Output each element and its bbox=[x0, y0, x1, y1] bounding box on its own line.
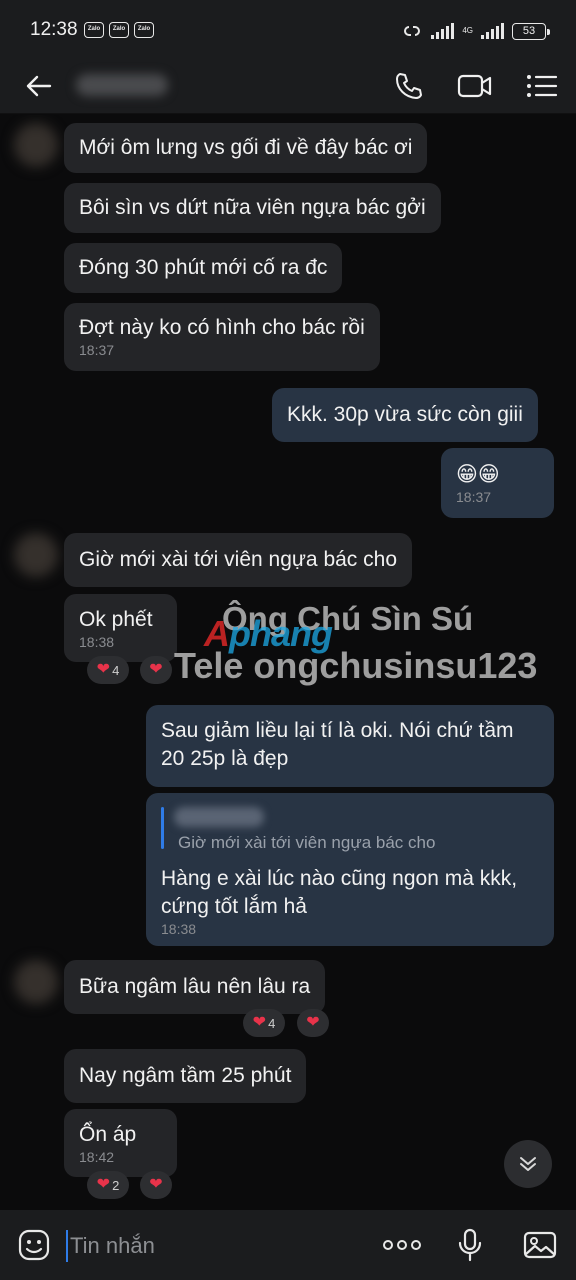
message-text: Sau giảm liều lại tí là oki. Nói chứ tầm… bbox=[161, 719, 514, 770]
message-time: 18:42 bbox=[79, 1149, 115, 1165]
reaction-count: 2 bbox=[112, 1177, 120, 1193]
message-input[interactable] bbox=[66, 1230, 356, 1262]
back-arrow-icon[interactable] bbox=[18, 66, 58, 106]
hotspot-link-icon bbox=[404, 26, 421, 36]
message-bubble-outgoing[interactable]: 😁😁 18:37 bbox=[441, 448, 554, 518]
heart-icon: ❤ bbox=[96, 1176, 111, 1193]
reaction-count: 4 bbox=[112, 662, 120, 678]
message-text: Đóng 30 phút mới cố ra đc bbox=[79, 256, 328, 279]
scroll-to-bottom-button[interactable] bbox=[504, 1140, 552, 1188]
zalo-notification-icon: Zalo bbox=[84, 22, 104, 38]
message-time: 18:38 bbox=[161, 921, 197, 937]
signal-icon bbox=[431, 23, 455, 39]
message-bubble-incoming[interactable]: Bôi sìn vs dứt nữa viên ngựa bác gởi bbox=[64, 183, 441, 233]
message-bubble-outgoing[interactable]: Kkk. 30p vừa sức còn giii bbox=[272, 388, 538, 442]
contact-name-redacted[interactable] bbox=[76, 74, 168, 96]
status-bar: 12:38 Zalo Zalo Zalo 4G 53 bbox=[0, 0, 576, 58]
heart-icon: ❤ bbox=[306, 1014, 320, 1031]
message-bubble-incoming[interactable]: Ổn áp 18:42 bbox=[64, 1109, 177, 1177]
message-time: 18:37 bbox=[79, 342, 115, 358]
zalo-notification-icon: Zalo bbox=[134, 22, 154, 38]
heart-icon: ❤ bbox=[149, 661, 163, 678]
message-bubble-outgoing[interactable]: Sau giảm liều lại tí là oki. Nói chứ tầm… bbox=[146, 705, 554, 787]
reply-quote-text: Giờ mới xài tới viên ngựa bác cho bbox=[178, 833, 436, 852]
reply-indicator bbox=[161, 807, 164, 849]
status-time: 12:38 bbox=[30, 19, 78, 40]
sticker-emoji-icon[interactable] bbox=[16, 1227, 52, 1263]
message-text: Kkk. 30p vừa sức còn giii bbox=[287, 403, 523, 426]
message-bubble-incoming[interactable]: Bữa ngâm lâu nên lâu ra bbox=[64, 960, 326, 1014]
message-bubble-incoming[interactable]: Đóng 30 phút mới cố ra đc bbox=[64, 243, 343, 293]
message-text: Ổn áp bbox=[79, 1123, 137, 1146]
message-list[interactable]: Mới ôm lưng vs gối đi về đây bác ơi Bôi … bbox=[0, 115, 576, 1210]
reaction-count-badge[interactable]: ❤ 4 bbox=[87, 656, 129, 684]
image-gallery-icon[interactable] bbox=[522, 1227, 558, 1263]
message-bubble-incoming[interactable]: Giờ mới xài tới viên ngựa bác cho bbox=[64, 533, 412, 587]
heart-icon: ❤ bbox=[149, 1176, 163, 1193]
zalo-notification-icon: Zalo bbox=[109, 22, 129, 38]
chat-header bbox=[0, 58, 576, 114]
phone-icon[interactable] bbox=[388, 66, 428, 106]
reaction-count: 4 bbox=[268, 1015, 276, 1031]
react-heart-button[interactable]: ❤ bbox=[140, 656, 172, 684]
message-text: Bữa ngâm lâu nên lâu ra bbox=[79, 975, 311, 998]
more-options-icon[interactable] bbox=[382, 1227, 422, 1263]
microphone-icon[interactable] bbox=[452, 1227, 488, 1263]
message-text: Nay ngâm tầm 25 phút bbox=[79, 1064, 292, 1087]
message-emoji: 😁😁 bbox=[456, 463, 500, 486]
message-bubble-incoming[interactable]: Ok phết 18:38 bbox=[64, 594, 177, 662]
message-time: 18:38 bbox=[79, 634, 115, 650]
message-bubble-incoming[interactable]: Đợt này ko có hình cho bác rồi 18:37 bbox=[64, 303, 380, 371]
message-text: Hàng e xài lúc nào cũng ngon mà kkk, cứn… bbox=[161, 867, 518, 918]
status-indicators: 4G 53 bbox=[401, 20, 550, 42]
avatar[interactable] bbox=[14, 960, 58, 1004]
message-text: Ok phết bbox=[79, 608, 153, 631]
message-text: Bôi sìn vs dứt nữa viên ngựa bác gởi bbox=[79, 196, 426, 219]
message-text: Đợt này ko có hình cho bác rồi bbox=[79, 316, 365, 339]
message-bubble-incoming[interactable]: Mới ôm lưng vs gối đi về đây bác ơi bbox=[64, 123, 428, 173]
signal-icon bbox=[481, 23, 504, 39]
message-bubble-incoming[interactable]: Nay ngâm tầm 25 phút bbox=[64, 1049, 307, 1103]
video-call-icon[interactable] bbox=[455, 66, 495, 106]
message-bubble-reply[interactable]: Giờ mới xài tới viên ngựa bác cho Hàng e… bbox=[146, 793, 554, 946]
message-text: Giờ mới xài tới viên ngựa bác cho bbox=[79, 548, 397, 571]
watermark-text: Tele ongchusinsu123 bbox=[174, 645, 538, 686]
react-heart-button[interactable]: ❤ bbox=[140, 1171, 172, 1199]
message-text: Mới ôm lưng vs gối đi về đây bác ơi bbox=[79, 136, 413, 159]
double-chevron-down-icon bbox=[520, 1157, 536, 1171]
heart-icon: ❤ bbox=[252, 1014, 267, 1031]
reply-author-redacted bbox=[174, 807, 264, 827]
avatar[interactable] bbox=[14, 123, 58, 167]
network-type: 4G bbox=[462, 26, 473, 35]
avatar[interactable] bbox=[14, 533, 58, 577]
menu-list-icon[interactable] bbox=[522, 66, 562, 106]
battery-icon: 53 bbox=[512, 22, 550, 40]
heart-icon: ❤ bbox=[96, 661, 111, 678]
react-heart-button[interactable]: ❤ bbox=[297, 1009, 329, 1037]
reaction-count-badge[interactable]: ❤ 2 bbox=[87, 1171, 129, 1199]
message-time: 18:37 bbox=[456, 489, 492, 505]
message-input-bar bbox=[0, 1210, 576, 1280]
reaction-count-badge[interactable]: ❤ 4 bbox=[243, 1009, 285, 1037]
